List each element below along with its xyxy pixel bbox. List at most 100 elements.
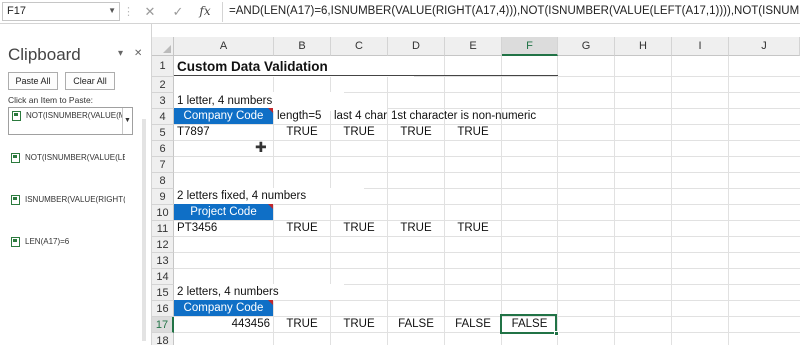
name-box-value: F17 [7,5,26,17]
result-cell[interactable]: FALSE [388,316,444,332]
gridline [174,156,800,157]
row-header[interactable]: 2 [152,77,174,93]
row-header[interactable]: 16 [152,301,174,317]
row-header[interactable]: 18 [152,333,174,345]
result-cell[interactable]: TRUE [274,220,330,236]
result-cell[interactable]: TRUE [388,124,444,140]
active-cell-selection[interactable] [500,314,559,336]
chevron-down-icon[interactable]: ▼ [108,6,116,15]
column-header[interactable]: C [331,37,388,56]
result-cell[interactable]: TRUE [388,220,444,236]
row-header[interactable]: 11 [152,221,174,237]
row-header[interactable]: 8 [152,173,174,189]
result-cell[interactable]: TRUE [274,316,330,332]
row-header[interactable]: 6 [152,141,174,157]
table-header-cell[interactable]: Company Code [174,300,273,316]
formula-input[interactable]: =AND(LEN(A17)=6,ISNUMBER(VALUE(RIGHT(A17… [222,2,800,22]
column-header[interactable]: H [615,37,672,56]
comment-indicator [268,300,273,305]
row-header[interactable]: 4 [152,109,174,125]
row-header[interactable]: 5 [152,125,174,141]
insert-function-icon[interactable]: fx [195,2,215,21]
clipboard-item-text: ISNUMBER(VALUE(RIGHT(A... [25,195,125,204]
gridline [557,56,558,345]
confirm-icon[interactable]: ✓ [168,2,188,21]
gridline [174,332,800,333]
criteria-label[interactable]: last 4 chara [331,108,387,124]
title-underline [174,75,558,76]
result-cell[interactable]: TRUE [445,220,501,236]
pane-scrollbar[interactable] [142,119,146,341]
gridline [174,172,800,173]
criteria-label[interactable]: length=5 [274,108,330,124]
column-header[interactable]: J [729,37,800,56]
code-value[interactable]: 443456 [174,316,273,332]
comment-indicator [268,108,273,113]
clipboard-item[interactable]: NOT(ISNUMBER(VALUE(LE... [8,150,133,178]
gridline [174,236,800,237]
drag-handle-icon[interactable]: ⋮ [123,5,134,18]
section-label[interactable]: 2 letters fixed, 4 numbers [174,188,364,204]
cell-cursor-icon: ✚ [255,139,267,155]
row-header[interactable]: 7 [152,157,174,173]
row-header[interactable]: 3 [152,93,174,109]
table-header-cell[interactable]: Company Code [174,108,273,124]
chevron-down-icon: ▼ [124,117,131,124]
column-header[interactable]: G [558,37,615,56]
excel-icon [11,153,20,163]
clear-all-button[interactable]: Clear All [65,72,115,90]
clipboard-item-text: NOT(ISNUMBER(VALUE(MI [26,111,126,120]
pane-options-icon[interactable]: ▾ [118,48,123,59]
column-header[interactable]: D [388,37,445,56]
gridline [728,56,729,345]
excel-icon [11,195,20,205]
gridline [614,56,615,345]
name-box[interactable]: F17 ▼ [2,2,120,21]
formula-bar: F17 ▼ ⋮ ✕ ✓ fx =AND(LEN(A17)=6,ISNUMBER(… [0,0,800,24]
row-header[interactable]: 13 [152,253,174,269]
result-cell[interactable]: TRUE [445,124,501,140]
excel-icon [11,237,20,247]
table-header-cell[interactable]: Project Code [174,204,273,220]
gridline [671,56,672,345]
row-header[interactable]: 9 [152,189,174,205]
clipboard-item-text: NOT(ISNUMBER(VALUE(LE... [25,153,125,162]
result-cell[interactable]: TRUE [331,124,387,140]
row-header[interactable]: 10 [152,205,174,221]
paste-all-button[interactable]: Paste All [8,72,58,90]
sheet-title[interactable]: Custom Data Validation [174,56,414,77]
section-label[interactable]: 2 letters, 4 numbers [174,284,344,300]
criteria-label[interactable]: 1st character is non-numeric [388,108,568,124]
row-header[interactable]: 12 [152,237,174,253]
gridline [387,56,388,345]
column-header[interactable]: A [174,37,274,56]
row-header[interactable]: 17 [152,317,174,333]
comment-indicator [268,204,273,209]
fill-handle[interactable] [554,331,559,336]
clipboard-hint: Click an Item to Paste: [8,95,94,105]
gridline [174,140,800,141]
column-header[interactable]: E [445,37,502,56]
column-header[interactable]: B [274,37,331,56]
result-cell[interactable]: TRUE [331,220,387,236]
clipboard-item[interactable]: NOT(ISNUMBER(VALUE(MI ▼ [8,107,133,135]
clipboard-item[interactable]: LEN(A17)=6 [8,234,133,262]
row-header[interactable]: 14 [152,269,174,285]
excel-icon [12,111,21,121]
result-cell[interactable]: TRUE [331,316,387,332]
result-cell[interactable]: TRUE [274,124,330,140]
column-header[interactable]: F [502,37,558,56]
select-all-button[interactable] [152,37,174,56]
row-header[interactable]: 1 [152,56,174,77]
result-cell[interactable]: FALSE [445,316,501,332]
clipboard-item-menu[interactable]: ▼ [122,108,132,134]
gridline [501,56,502,345]
code-value[interactable]: T7897 [174,124,273,140]
close-icon[interactable]: ✕ [134,48,142,59]
row-header[interactable]: 15 [152,285,174,301]
clipboard-item[interactable]: ISNUMBER(VALUE(RIGHT(A... [8,192,133,220]
code-value[interactable]: PT3456 [174,220,273,236]
gridline [174,252,800,253]
cancel-icon[interactable]: ✕ [140,2,160,21]
column-header[interactable]: I [672,37,729,56]
